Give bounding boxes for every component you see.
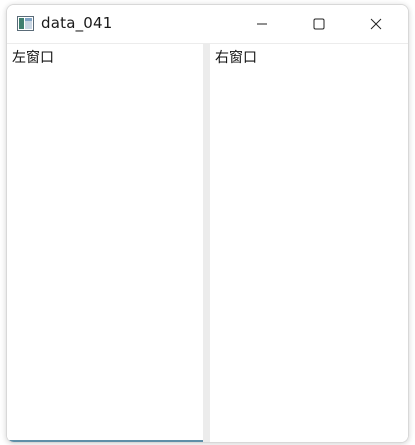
left-pane[interactable]: 左窗口 bbox=[7, 44, 203, 442]
close-button[interactable] bbox=[353, 5, 399, 43]
maximize-icon bbox=[313, 15, 325, 34]
app-icon bbox=[17, 16, 34, 31]
minimize-icon bbox=[256, 15, 268, 34]
title-bar[interactable]: data_041 bbox=[7, 5, 408, 44]
splitter-handle[interactable] bbox=[203, 44, 210, 442]
left-pane-label: 左窗口 bbox=[12, 50, 54, 66]
right-pane[interactable]: 右窗口 bbox=[210, 44, 408, 442]
app-window: data_041 左窗口 右窗口 bbox=[6, 4, 409, 443]
minimize-button[interactable] bbox=[239, 5, 285, 43]
split-view: 左窗口 右窗口 bbox=[7, 44, 408, 442]
maximize-button[interactable] bbox=[296, 5, 342, 43]
window-title: data_041 bbox=[41, 14, 113, 32]
right-pane-label: 右窗口 bbox=[215, 50, 257, 66]
close-icon bbox=[370, 15, 382, 34]
